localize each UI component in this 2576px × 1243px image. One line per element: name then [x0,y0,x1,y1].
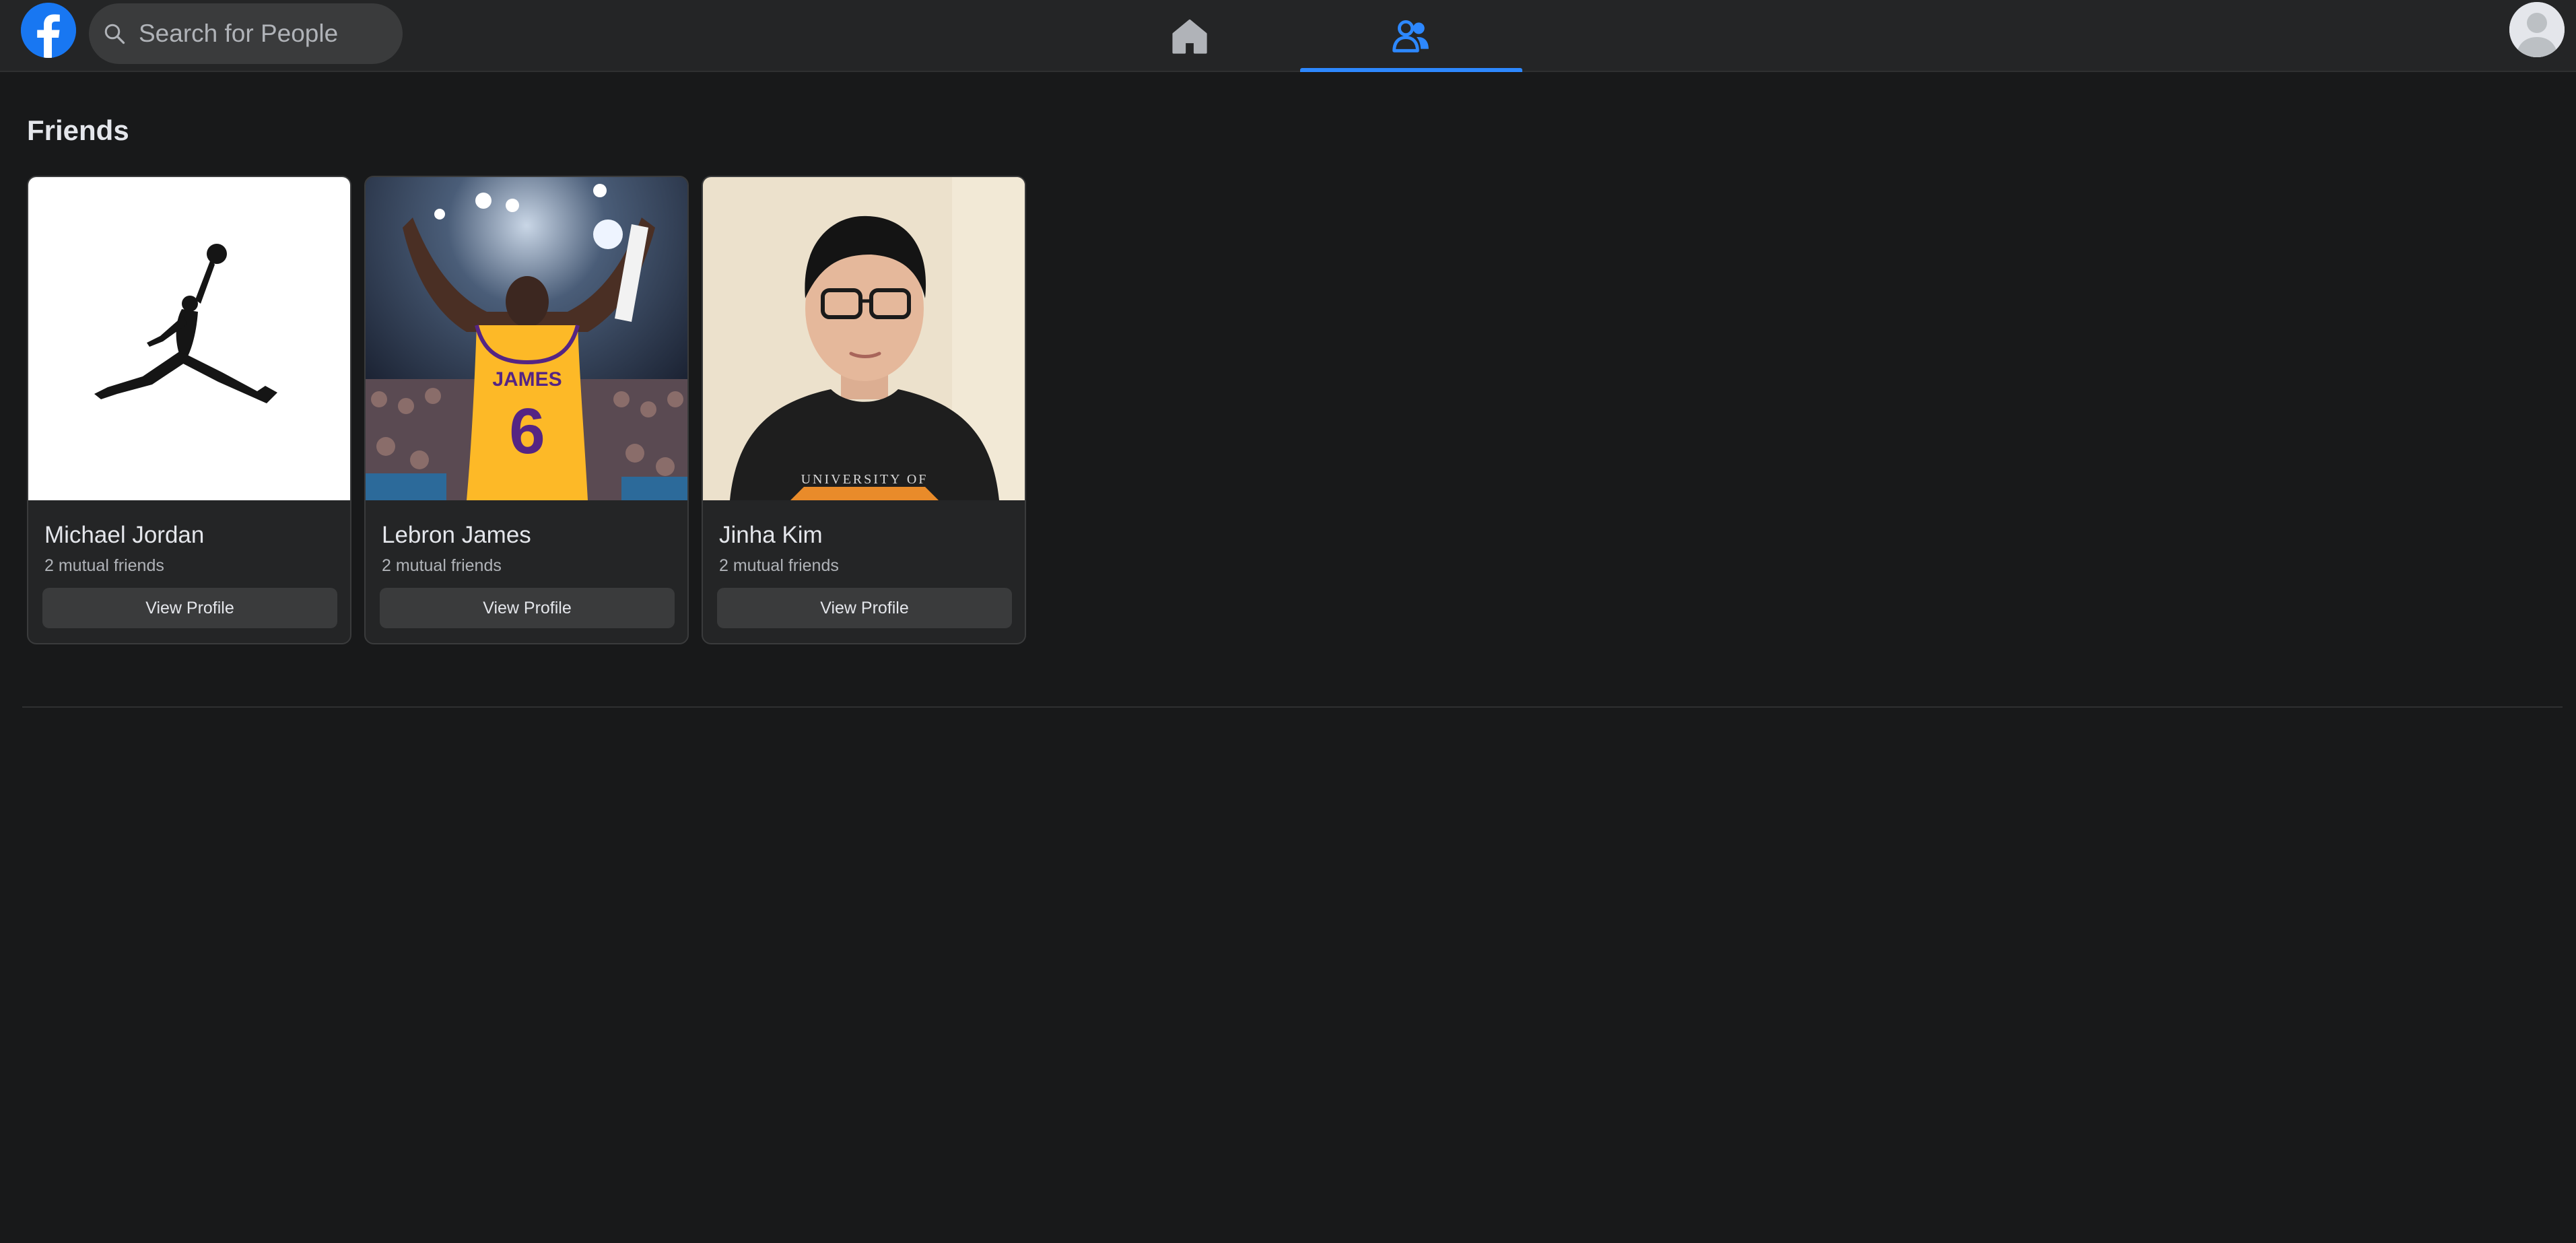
view-profile-button[interactable]: View Profile [42,588,337,628]
jersey-name: JAMES [492,368,562,391]
friend-card: Michael Jordan 2 mutual friends View Pro… [27,176,351,644]
page-title: Friends [27,114,129,146]
jersey-number: 6 [509,395,545,467]
view-profile-button[interactable]: View Profile [380,588,675,628]
friend-card: UNIVERSITY OF Jinha Kim 2 mutual friends… [702,176,1026,644]
section-divider [22,706,2563,708]
basketball-player-photo: JAMES 6 [366,177,687,500]
top-navigation-bar [0,0,2576,72]
shirt-text: UNIVERSITY OF [801,472,928,487]
friend-photo[interactable]: JAMES 6 [366,177,687,500]
friends-grid: Michael Jordan 2 mutual friends View Pro… [27,176,1026,644]
friends-icon [1392,20,1429,53]
home-icon [1172,19,1207,54]
view-profile-button[interactable]: View Profile [717,588,1012,628]
friend-name[interactable]: Michael Jordan [44,522,204,549]
user-avatar-icon [2509,2,2565,57]
mutual-friends-count: 2 mutual friends [719,556,839,575]
search-bar[interactable] [89,3,403,64]
friend-name[interactable]: Jinha Kim [719,522,823,549]
friend-photo[interactable] [28,177,350,500]
jumpman-logo [28,177,350,500]
friend-name[interactable]: Lebron James [382,522,531,549]
facebook-logo-icon[interactable] [21,3,76,58]
profile-avatar[interactable] [2509,2,2565,57]
friend-card: JAMES 6 Lebron James 2 mutual friends Vi… [364,176,689,644]
friend-photo[interactable]: UNIVERSITY OF [703,177,1025,500]
person-selfie-photo: UNIVERSITY OF [703,177,1025,500]
tab-friends[interactable] [1300,0,1522,72]
mutual-friends-count: 2 mutual friends [44,556,164,575]
search-input[interactable] [139,20,395,48]
tab-home[interactable] [1079,0,1301,72]
search-icon [104,24,125,44]
mutual-friends-count: 2 mutual friends [382,556,502,575]
